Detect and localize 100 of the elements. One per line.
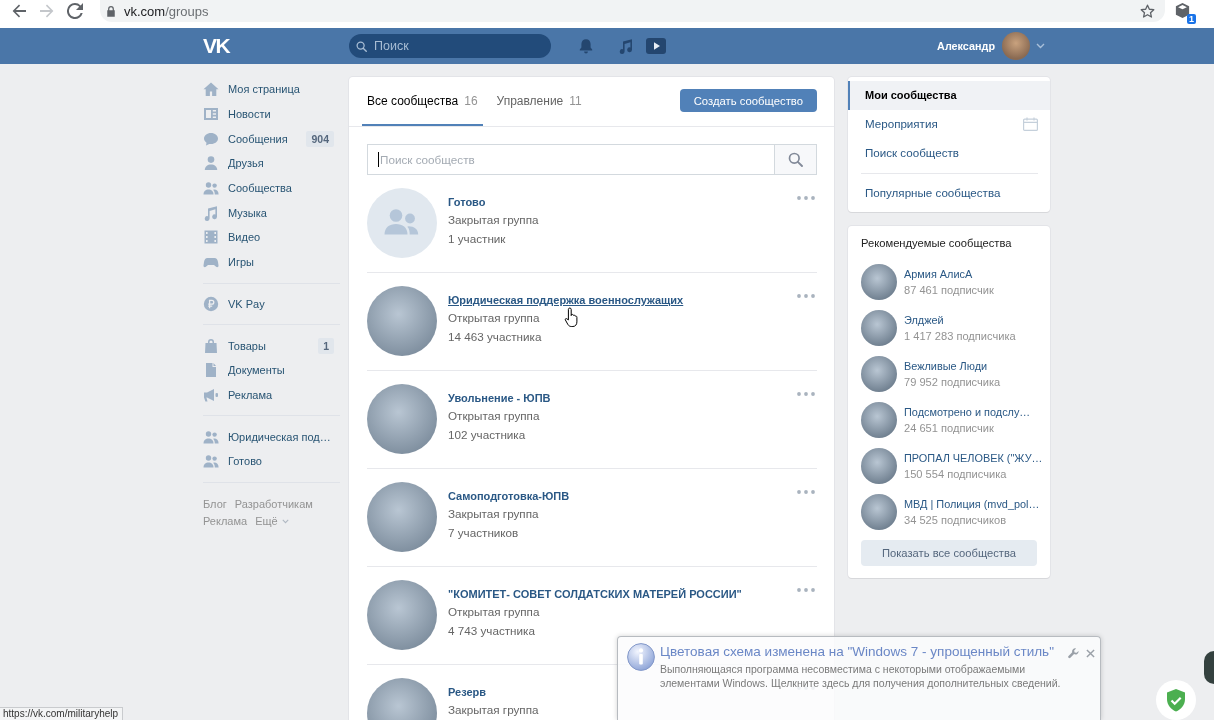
info-icon: [627, 643, 655, 671]
sidebar-link[interactable]: Игры: [203, 249, 340, 275]
subscriber-count: 24 651 подписчик: [904, 421, 994, 436]
more-icon[interactable]: [797, 588, 815, 592]
menu-item[interactable]: Мои сообщества: [848, 81, 1050, 110]
subscriber-count: 1 417 283 подписчика: [904, 329, 1016, 344]
sidebar-link[interactable]: Юридическая под…: [203, 424, 340, 449]
more-icon[interactable]: [797, 490, 815, 494]
film-icon: [203, 229, 219, 246]
sidebar-link[interactable]: Друзья: [203, 151, 340, 176]
bell-icon[interactable]: [578, 38, 594, 54]
group-name-link[interactable]: Резерв: [448, 683, 487, 701]
menu-item[interactable]: Популярные сообщества: [848, 178, 1050, 207]
home-icon: [203, 81, 219, 98]
more-icon[interactable]: [797, 196, 815, 200]
group-name-link[interactable]: Юридическая поддержка военнослужащих: [448, 291, 684, 309]
shield-check-icon[interactable]: [1156, 680, 1196, 720]
video-play-icon[interactable]: [646, 38, 666, 54]
community-link[interactable]: Армия АлисА: [904, 266, 973, 282]
group-type: Закрытая группа: [448, 702, 539, 718]
hand-cursor-icon: [564, 307, 579, 328]
group-type: Открытая группа: [448, 408, 540, 424]
address-field[interactable]: vk.com/groups: [100, 0, 1165, 22]
create-community-button[interactable]: Создать сообщество: [679, 89, 817, 112]
sidebar-link[interactable]: Сообщения: [203, 126, 307, 152]
more-icon[interactable]: [797, 294, 815, 298]
community-link[interactable]: ПРОПАЛ ЧЕЛОВЕК ("ЖУ…: [904, 450, 1043, 466]
sidebar-link[interactable]: Сообщества: [203, 175, 340, 201]
community-link[interactable]: Вежливые Люди: [904, 358, 988, 374]
community-link[interactable]: Подсмотрено и подслу…: [904, 404, 1031, 420]
close-icon[interactable]: [1086, 649, 1095, 658]
menu-item[interactable]: Поиск сообществ: [848, 138, 1050, 167]
ruble-coin-icon: [203, 295, 219, 312]
sidebar-link[interactable]: Музыка: [203, 200, 340, 226]
document-icon: [203, 362, 219, 379]
counter-badge: 904: [306, 130, 334, 147]
chevron-down-icon: [281, 518, 289, 524]
search-icon: [788, 152, 803, 167]
subscriber-count: 79 952 подписчика: [904, 375, 1001, 390]
sidebar-link[interactable]: Моя страница: [203, 77, 340, 102]
sidebar-link[interactable]: Видео: [203, 225, 340, 250]
people-icon: [203, 453, 219, 470]
people-icon: [203, 180, 219, 197]
subscriber-count: 34 525 подписчиков: [904, 513, 1007, 528]
group-type: Закрытая группа: [448, 212, 539, 228]
group-avatar-icon: [367, 188, 437, 258]
section-title: Рекомендуемые сообщества: [861, 236, 1013, 251]
reload-icon[interactable]: [67, 3, 83, 19]
menu-item[interactable]: Мероприятия: [848, 109, 1050, 138]
search-button[interactable]: [774, 144, 817, 175]
community-link[interactable]: МВД | Полиция (mvd_pol…: [904, 496, 1040, 512]
member-count: 7 участников: [448, 524, 519, 541]
chat-icon: [203, 130, 219, 147]
member-count: 4 743 участника: [448, 622, 535, 639]
notification-popup[interactable]: Цветовая схема изменена на "Windows 7 - упрощенный стиль" Выполняющаяся программа несовместима с некоторыми отображаемыми элементами Windows. Щелкните здесь для получения дополнительных сведений.: [617, 636, 1101, 720]
user-name[interactable]: Александр: [937, 40, 995, 52]
megaphone-icon: [203, 386, 219, 403]
group-name-link[interactable]: "КОМИТЕТ- СОВЕТ СОЛДАТСКИХ МАТЕРЕЙ РОССИИ": [448, 585, 742, 603]
shopping-bag-icon: [203, 337, 219, 354]
group-type: Открытая группа: [448, 310, 540, 326]
back-icon[interactable]: [11, 3, 27, 19]
search-icon: [356, 40, 367, 52]
newspaper-icon: [203, 106, 219, 123]
vk-logo[interactable]: VK: [203, 35, 230, 57]
lock-icon: [106, 5, 116, 17]
more-icon[interactable]: [797, 392, 815, 396]
extension-badge: 1: [1187, 14, 1196, 24]
status-url: https://vk.com/militaryhelp: [0, 707, 124, 720]
calendar-icon: [1023, 116, 1038, 131]
person-icon: [203, 155, 219, 172]
show-all-button[interactable]: Показать все сообщества: [861, 540, 1037, 566]
people-icon: [203, 428, 219, 445]
sidebar-link[interactable]: Новости: [203, 101, 340, 127]
group-name-link[interactable]: Самоподготовка-ЮПВ: [448, 487, 570, 505]
extension-button[interactable]: 1: [1174, 2, 1196, 24]
group-type: Закрытая группа: [448, 506, 539, 522]
tab[interactable]: Управление 11: [491, 77, 587, 126]
group-name-link[interactable]: Готово: [448, 193, 486, 211]
community-link[interactable]: Элджей: [904, 312, 944, 328]
search-field[interactable]: Поиск: [349, 34, 551, 58]
counter-badge: 1: [318, 337, 334, 354]
member-count: 102 участника: [448, 426, 526, 443]
sidebar-link[interactable]: VK Pay: [203, 291, 340, 317]
member-count: 1 участник: [448, 230, 506, 247]
tab[interactable]: Все сообщества 16: [362, 77, 483, 126]
avatar-placeholder[interactable]: [1204, 651, 1214, 684]
chevron-down-icon[interactable]: [1036, 43, 1045, 49]
sidebar-link[interactable]: Документы: [203, 357, 340, 383]
sidebar-link[interactable]: Реклама: [203, 382, 340, 408]
wrench-icon[interactable]: [1068, 648, 1079, 659]
music-note-icon[interactable]: [618, 38, 634, 54]
notification-title: Цветовая схема изменена на "Windows 7 - упрощенный стиль": [660, 643, 1054, 661]
subscriber-count: 87 461 подписчик: [904, 283, 994, 298]
sidebar-link[interactable]: Товары: [203, 333, 319, 358]
search-field[interactable]: Поиск сообществ: [367, 144, 774, 175]
group-name-link[interactable]: Увольнение - ЮПВ: [448, 389, 551, 407]
subscriber-count: 150 554 подписчика: [904, 467, 1007, 482]
bookmark-star-icon[interactable]: [1140, 3, 1155, 19]
notification-message[interactable]: Выполняющаяся программа несовместима с некоторыми отображаемыми элементами Windows. Щелкните здесь для получения дополнительных сведений.: [660, 662, 1064, 690]
sidebar-link[interactable]: Готово: [203, 448, 340, 474]
